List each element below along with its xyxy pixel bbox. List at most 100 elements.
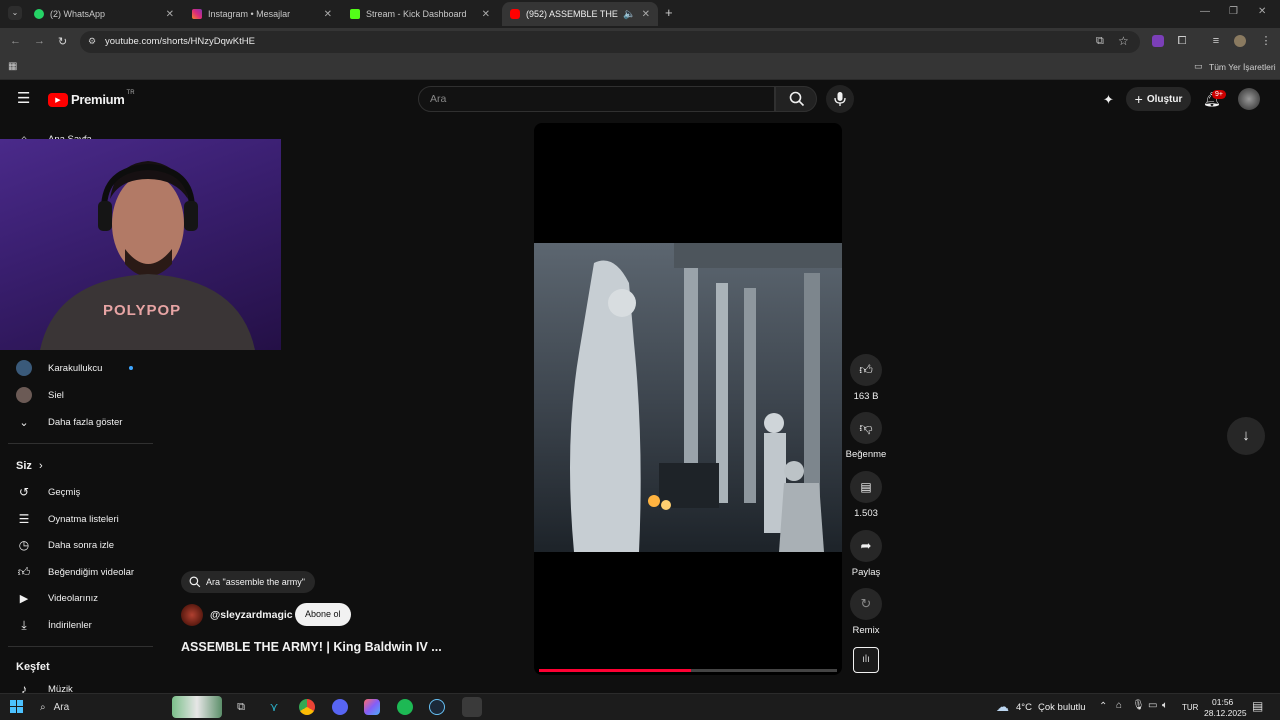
share-arrow-icon: ➦ xyxy=(860,538,872,553)
tab-whatsapp[interactable]: (2) WhatsApp ✕ xyxy=(26,2,182,26)
profile-avatar-icon[interactable] xyxy=(1234,35,1246,47)
sidebar-item-your-videos[interactable]: ▶ Videolarınız xyxy=(0,585,152,611)
tray-chevron-up-icon[interactable]: ⌃ xyxy=(1099,701,1107,712)
address-bar[interactable]: ⚙ youtube.com/shorts/HNzyDqwKtHE ⧉ ☆ xyxy=(80,31,1140,53)
tab-title: (952) ASSEMBLE THE ARMY xyxy=(526,9,619,19)
dislike-button[interactable]: 👎︎ Beğenme xyxy=(842,412,890,460)
clock-time[interactable]: 01:56 xyxy=(1212,697,1233,707)
section-you[interactable]: Siz › xyxy=(16,460,43,472)
task-view-icon[interactable]: ⧉ xyxy=(233,699,249,715)
tab-youtube-active[interactable]: (952) ASSEMBLE THE ARMY 🔈 ✕ xyxy=(502,2,658,26)
sidebar-item-history[interactable]: ↺ Geçmiş xyxy=(0,479,152,505)
new-tab-icon[interactable]: + xyxy=(665,5,673,20)
microphone-tray-icon[interactable]: 🎙︎ xyxy=(1132,700,1145,711)
short-title[interactable]: ASSEMBLE THE ARMY! | King Baldwin IV ... xyxy=(181,640,442,654)
sidebar-subscription-siel[interactable]: Siel xyxy=(0,382,152,408)
chrome-icon[interactable] xyxy=(299,699,315,715)
windows-start-icon[interactable] xyxy=(10,700,23,713)
webcam-overlay: POLYPOP xyxy=(0,139,281,350)
display-tray-icon[interactable]: ▭ xyxy=(1148,700,1157,711)
media-control-icon[interactable]: ≡ xyxy=(1210,35,1222,47)
comments-button[interactable]: ▤ 1.503 xyxy=(846,471,886,519)
all-bookmarks-link[interactable]: Tüm Yer İşaretleri xyxy=(1209,62,1276,72)
video-progress-bar[interactable] xyxy=(539,669,837,672)
site-info-icon[interactable]: ⚙ xyxy=(88,36,96,47)
discord-icon[interactable] xyxy=(332,699,348,715)
dislike-label: Beğenme xyxy=(845,449,887,460)
speaker-icon[interactable]: 🔈 xyxy=(623,9,635,20)
shorts-player[interactable] xyxy=(534,123,842,675)
search-suggestion-chip[interactable]: Ara "assemble the army" xyxy=(181,571,315,593)
network-icon[interactable]: ⌂ xyxy=(1116,700,1122,711)
next-short-button[interactable]: ↓ xyxy=(1227,417,1265,455)
steam-icon[interactable] xyxy=(429,699,445,715)
close-icon[interactable]: ✕ xyxy=(482,9,490,20)
close-window-icon[interactable]: ✕ xyxy=(1258,6,1266,17)
remix-button[interactable]: ↻ Remix xyxy=(846,588,886,636)
close-icon[interactable]: ✕ xyxy=(324,9,332,20)
menu-kebab-icon[interactable]: ⋮ xyxy=(1260,35,1272,47)
spotify-icon[interactable] xyxy=(397,699,413,715)
tab-title: Stream - Kick Dashboard xyxy=(366,9,467,19)
search-input[interactable]: Ara xyxy=(418,86,775,112)
weather-cloud-icon: ☁ xyxy=(996,699,1009,714)
install-app-icon[interactable]: ⧉ xyxy=(1096,35,1104,48)
sidebar-item-playlists[interactable]: ☰ Oynatma listeleri xyxy=(0,506,152,532)
notification-center-icon[interactable]: ▤ xyxy=(1252,699,1263,713)
hamburger-menu-icon[interactable]: ☰ xyxy=(17,91,30,106)
sound-thumbnail-button[interactable]: ılı xyxy=(853,647,879,673)
account-avatar[interactable] xyxy=(1238,88,1260,110)
notification-badge: 9+ xyxy=(1212,90,1226,99)
search-suggestion-text: Ara "assemble the army" xyxy=(206,577,305,587)
new-content-dot xyxy=(129,366,133,370)
clock-date[interactable]: 28.12.2025 xyxy=(1204,708,1247,718)
like-button[interactable]: 👍︎ 163 B xyxy=(846,354,886,402)
back-icon[interactable]: ← xyxy=(10,35,21,47)
bookmark-star-icon[interactable]: ☆ xyxy=(1118,34,1129,48)
channel-avatar xyxy=(16,387,32,403)
youtube-logo[interactable]: ▶ Premium TR xyxy=(48,90,135,107)
create-button[interactable]: + Oluştur xyxy=(1126,87,1191,111)
restore-icon[interactable]: ❐ xyxy=(1229,6,1238,17)
minimize-icon[interactable]: — xyxy=(1200,6,1210,17)
voice-search-button[interactable] xyxy=(826,85,854,113)
weather-temp[interactable]: 4°C xyxy=(1016,702,1032,713)
language-indicator[interactable]: TUR xyxy=(1182,703,1198,712)
tab-kick[interactable]: Stream - Kick Dashboard ✕ xyxy=(342,2,498,26)
share-button[interactable]: ➦ Paylaş xyxy=(846,530,886,578)
extensions-puzzle-icon[interactable]: ⧠ xyxy=(1176,35,1188,47)
apps-grid-icon[interactable]: ▦ xyxy=(8,61,17,72)
volume-icon[interactable]: 🔈︎ xyxy=(1162,700,1168,711)
divider xyxy=(8,443,153,444)
close-icon[interactable]: ✕ xyxy=(166,9,174,20)
youtube-studio-icon[interactable]: ✦ xyxy=(1103,92,1114,108)
tab-search-icon[interactable]: ⌄ xyxy=(8,6,22,20)
app-icon-teal[interactable]: ⋎ xyxy=(266,699,282,715)
tab-title: (2) WhatsApp xyxy=(50,9,106,19)
clock-icon: ◷ xyxy=(18,538,30,552)
search-highlight-image[interactable] xyxy=(172,696,222,718)
search-icon: ⌕ xyxy=(40,701,46,713)
reload-icon[interactable]: ↻ xyxy=(58,35,67,48)
search-icon xyxy=(189,576,201,588)
video-progress-fill xyxy=(539,669,691,672)
subscribe-button[interactable]: Abone ol xyxy=(295,603,351,626)
search-placeholder: Ara xyxy=(430,93,447,105)
app-icon-multicolor[interactable] xyxy=(364,699,380,715)
tab-instagram[interactable]: Instagram • Mesajlar ✕ xyxy=(184,2,340,26)
extension-purple-icon[interactable] xyxy=(1152,35,1164,47)
sidebar-item-liked-videos[interactable]: 👍︎ Beğendiğim videolar xyxy=(0,559,152,585)
search-button[interactable] xyxy=(775,86,817,112)
sidebar-subscription-karakullukcu[interactable]: Karakullukcu xyxy=(0,355,152,381)
channel-handle[interactable]: @sleyzardmagic xyxy=(210,609,293,621)
obs-icon[interactable] xyxy=(462,697,482,717)
sidebar-show-more[interactable]: ⌄ Daha fazla göster xyxy=(0,409,152,435)
weather-desc[interactable]: Çok bulutlu xyxy=(1038,702,1086,713)
channel-avatar[interactable] xyxy=(181,604,203,626)
windows-taskbar: ⌕ Ara ⧉ ⋎ ☁ 4°C Çok bulutlu ⌃ ⌂ 🎙︎ ▭ 🔈︎ … xyxy=(0,693,1280,720)
sidebar-item-watch-later[interactable]: ◷ Daha sonra izle xyxy=(0,532,152,558)
chevron-down-icon: ⌄ xyxy=(19,416,29,429)
close-icon[interactable]: ✕ xyxy=(642,9,650,20)
forward-icon[interactable]: → xyxy=(34,35,45,47)
sidebar-item-downloads[interactable]: ⤓ İndirilenler xyxy=(0,612,152,638)
